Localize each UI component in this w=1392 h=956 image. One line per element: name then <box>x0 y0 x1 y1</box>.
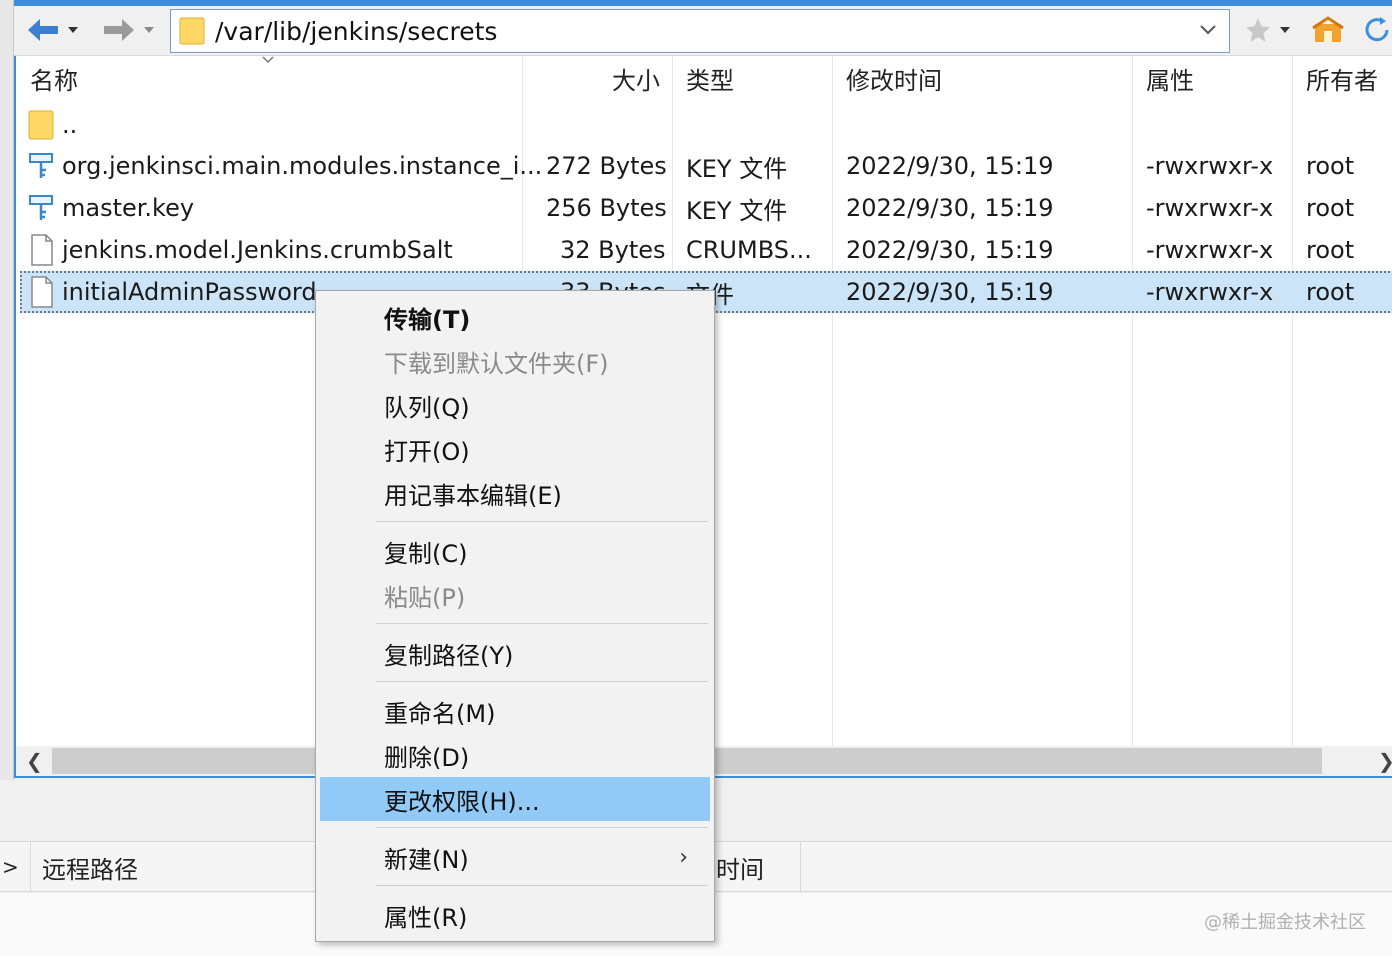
menu-item-copy[interactable]: 复制(C) <box>320 529 710 573</box>
column-header-size[interactable]: 大小 <box>612 56 660 100</box>
header-marker: > <box>2 855 19 879</box>
folder-icon <box>28 110 54 140</box>
scroll-right-icon[interactable]: ❯ <box>1378 749 1392 773</box>
back-arrow-icon <box>28 19 58 41</box>
refresh-icon <box>1365 17 1389 42</box>
file-size: 32 Bytes <box>560 236 666 264</box>
menu-item-transfer[interactable]: 传输(T) <box>320 295 710 339</box>
menu-item-paste: 粘贴(P) <box>384 583 466 612</box>
back-button[interactable] <box>26 12 78 48</box>
column-header-name[interactable]: 名称 <box>30 56 78 100</box>
file-attributes: -rwxrwxr-x <box>1146 194 1274 222</box>
file-row-parent[interactable]: .. <box>20 104 1392 146</box>
home-button[interactable] <box>1312 12 1344 48</box>
file-icon <box>31 234 53 266</box>
home-icon <box>1312 16 1344 42</box>
file-row[interactable]: master.key 256 Bytes KEY 文件 2022/9/30, 1… <box>20 187 1392 229</box>
file-type: KEY 文件 <box>686 196 788 225</box>
bookmark-dropdown-icon[interactable] <box>1280 27 1290 33</box>
key-file-icon <box>29 195 53 220</box>
menu-item-rename[interactable]: 重命名(M) <box>320 689 710 733</box>
column-header-time[interactable]: 时间 <box>716 842 764 892</box>
file-name: master.key <box>62 194 195 222</box>
menu-item-properties[interactable]: 属性(R) <box>320 893 710 937</box>
file-owner: root <box>1306 236 1355 264</box>
menu-separator <box>376 885 708 886</box>
file-owner: root <box>1306 278 1355 306</box>
file-name: org.jenkinsci.main.modules.instance_i... <box>62 152 543 180</box>
file-type: KEY 文件 <box>686 154 788 183</box>
file-type: CRUMBS... <box>686 236 812 264</box>
menu-item-copy-path[interactable]: 复制路径(Y) <box>320 631 710 675</box>
menu-item-new[interactable]: 新建(N) › <box>320 835 710 879</box>
file-owner: root <box>1306 194 1355 222</box>
menu-item-edit-notepad[interactable]: 用记事本编辑(E) <box>320 471 710 515</box>
address-bar[interactable]: /var/lib/jenkins/secrets <box>170 9 1230 53</box>
menu-separator <box>376 827 708 828</box>
file-attributes: -rwxrwxr-x <box>1146 236 1274 264</box>
context-menu: 传输(T) 下载到默认文件夹(F) 队列(Q) 打开(O) 用记事本编辑(E) … <box>315 290 715 942</box>
address-path[interactable]: /var/lib/jenkins/secrets <box>215 17 497 46</box>
column-header-modified[interactable]: 修改时间 <box>846 56 942 100</box>
left-panel-edge <box>0 0 14 780</box>
file-modified: 2022/9/30, 15:19 <box>846 194 1054 222</box>
menu-separator <box>376 521 708 522</box>
folder-icon <box>179 17 205 45</box>
file-name: jenkins.model.Jenkins.crumbSalt <box>62 236 453 264</box>
file-attributes: -rwxrwxr-x <box>1146 278 1274 306</box>
column-header-remote-path[interactable]: 远程路径 <box>42 842 138 892</box>
chevron-right-icon: › <box>679 844 688 870</box>
back-history-dropdown-icon[interactable] <box>68 27 78 33</box>
menu-separator <box>376 681 708 682</box>
star-icon <box>1246 18 1270 42</box>
refresh-button[interactable] <box>1362 12 1392 48</box>
menu-item-change-permissions[interactable]: 更改权限(H)... <box>320 777 710 821</box>
file-size: 256 Bytes <box>546 194 667 222</box>
sort-indicator-icon <box>262 56 274 64</box>
column-header-owner[interactable]: 所有者 <box>1306 56 1378 100</box>
file-row[interactable]: jenkins.model.Jenkins.crumbSalt 32 Bytes… <box>20 229 1392 271</box>
file-modified: 2022/9/30, 15:19 <box>846 236 1054 264</box>
file-modified: 2022/9/30, 15:19 <box>846 152 1054 180</box>
watermark: @稀土掘金技术社区 <box>1204 912 1366 933</box>
file-name: .. <box>62 111 78 139</box>
file-row[interactable]: org.jenkinsci.main.modules.instance_i...… <box>20 145 1392 187</box>
toolbar: /var/lib/jenkins/secrets <box>0 6 1392 56</box>
file-name: initialAdminPassword <box>62 278 317 306</box>
menu-item-delete[interactable]: 删除(D) <box>320 733 710 777</box>
column-header-attributes[interactable]: 属性 <box>1146 56 1194 100</box>
bookmark-button[interactable] <box>1244 12 1290 48</box>
menu-item-download-default: 下载到默认文件夹(F) <box>384 349 609 378</box>
forward-arrow-icon <box>104 19 134 41</box>
file-owner: root <box>1306 152 1355 180</box>
file-size: 272 Bytes <box>546 152 667 180</box>
key-file-icon <box>29 153 53 178</box>
scroll-left-icon[interactable]: ❮ <box>26 749 43 773</box>
menu-item-queue[interactable]: 队列(Q) <box>320 383 710 427</box>
file-modified: 2022/9/30, 15:19 <box>846 278 1054 306</box>
menu-separator <box>376 623 708 624</box>
file-attributes: -rwxrwxr-x <box>1146 152 1274 180</box>
file-icon <box>31 276 53 308</box>
column-header-type[interactable]: 类型 <box>686 56 734 100</box>
forward-history-dropdown-icon[interactable] <box>144 27 154 33</box>
menu-item-open[interactable]: 打开(O) <box>320 427 710 471</box>
forward-button[interactable] <box>102 12 154 48</box>
chevron-down-icon[interactable] <box>1199 24 1217 36</box>
